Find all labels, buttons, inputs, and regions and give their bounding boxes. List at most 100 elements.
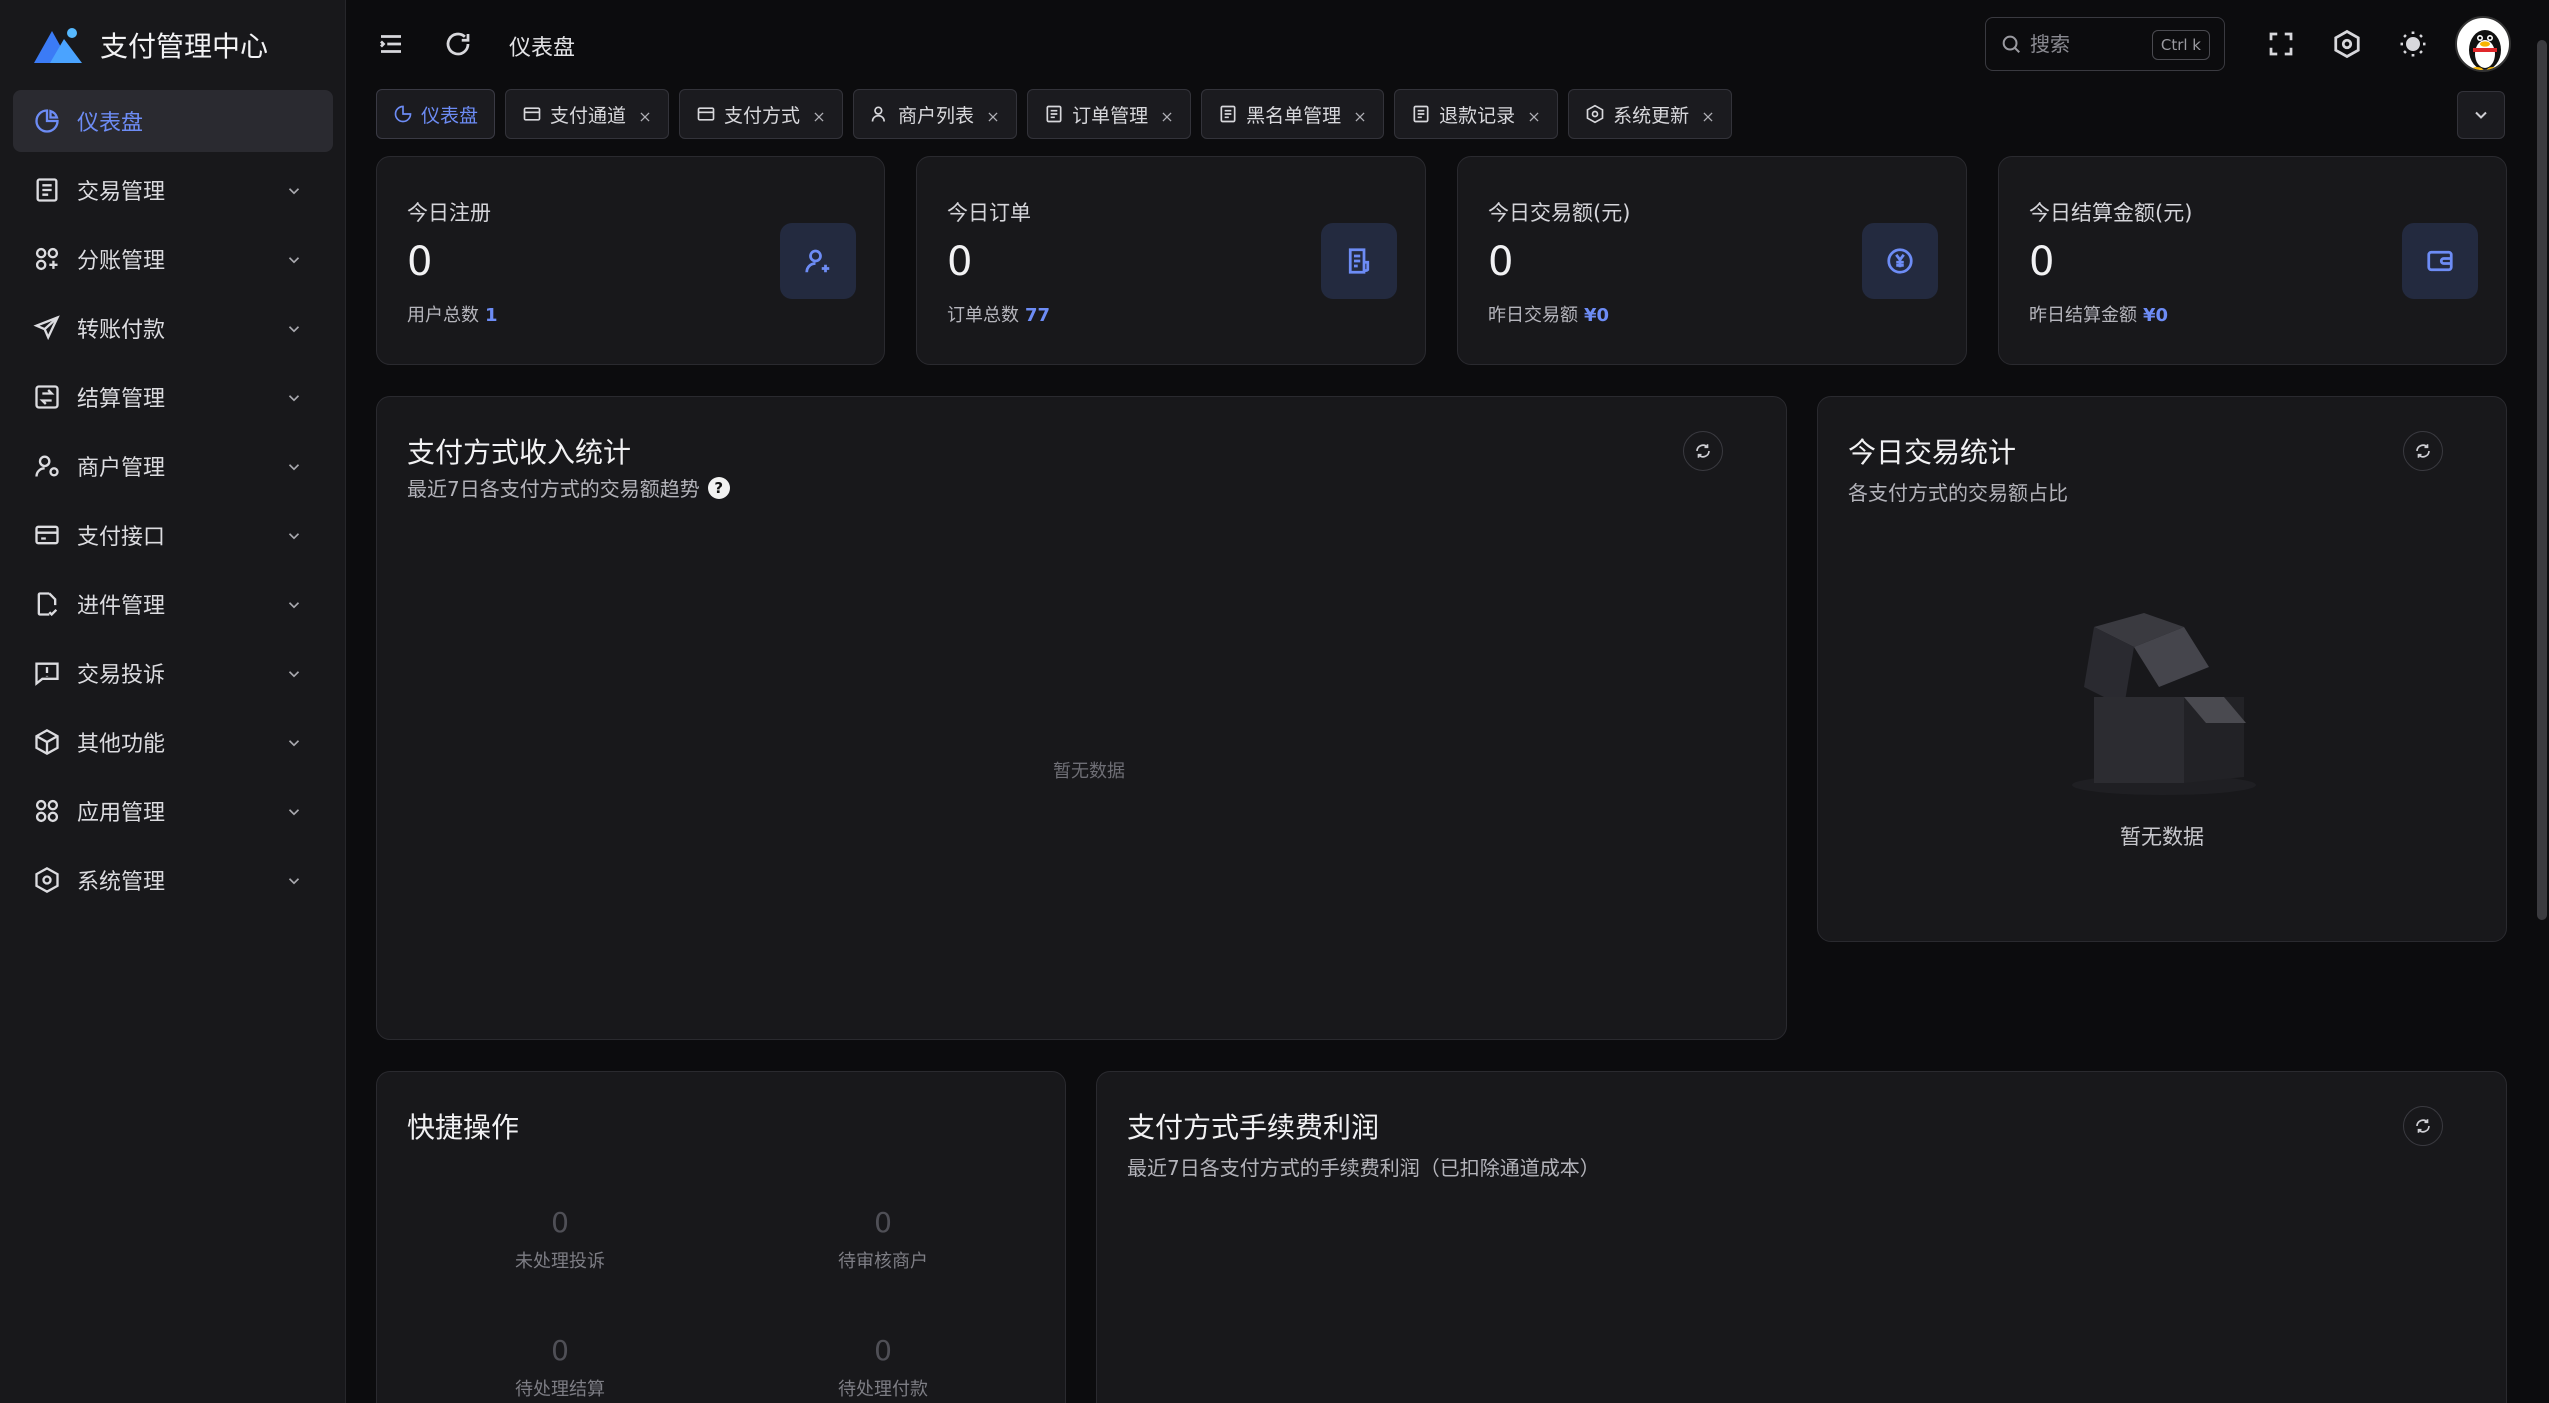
quick-item-label: 未处理投诉: [515, 1251, 605, 1272]
tab-label: 退款记录: [1439, 104, 1516, 127]
panel-title: 支付方式收入统计: [407, 436, 632, 469]
empty-state-text: 暂无数据: [1053, 761, 1125, 782]
stat-sub-value: 77: [1025, 305, 1051, 326]
sidebar-item-settlement[interactable]: 结算管理: [13, 366, 333, 428]
quick-item-merchant-review[interactable]: 0 待审核商户: [783, 1206, 983, 1273]
tab-merchant-list[interactable]: 商户列表: [853, 89, 1018, 139]
sidebar-item-label: 支付接口: [77, 525, 166, 550]
quick-item-settlement[interactable]: 0 待处理结算: [460, 1334, 660, 1401]
sidebar-item-onboarding[interactable]: 进件管理: [13, 573, 333, 635]
sidebar-item-complaints[interactable]: 交易投诉: [13, 642, 333, 704]
chevron-down-icon: [285, 802, 303, 820]
close-icon[interactable]: [1701, 107, 1715, 122]
receipt-icon: [1044, 104, 1064, 124]
stat-title: 今日订单: [947, 201, 1031, 225]
refresh-button[interactable]: [2403, 1106, 2443, 1146]
theme-toggle-button[interactable]: [2393, 24, 2433, 64]
search-shortcut-badge: Ctrl k: [2151, 30, 2210, 60]
yen-coin-icon: [1862, 223, 1938, 299]
app-title: 支付管理中心: [100, 30, 269, 63]
pie-chart-icon: [33, 107, 61, 135]
quick-item-payment[interactable]: 0 待处理付款: [783, 1334, 983, 1401]
chevron-down-icon: [285, 871, 303, 889]
income-stats-panel: 支付方式收入统计 最近7日各支付方式的交易额趋势? 暂无数据: [376, 396, 1787, 1040]
alert-message-icon: [33, 659, 61, 687]
sidebar-item-apps[interactable]: 应用管理: [13, 780, 333, 842]
fee-profit-panel: 支付方式手续费利润 最近7日各支付方式的手续费利润（已扣除通道成本）: [1096, 1071, 2507, 1403]
fullscreen-button[interactable]: [2261, 24, 2301, 64]
menu-fold-icon: [380, 35, 401, 53]
tab-dashboard[interactable]: 仪表盘: [376, 89, 496, 139]
avatar[interactable]: [2455, 16, 2511, 72]
tab-orders[interactable]: 订单管理: [1027, 89, 1192, 139]
search-box[interactable]: Ctrl k: [1985, 17, 2225, 71]
quick-actions-panel: 快捷操作 0 未处理投诉 0 待审核商户 0 待处理结算 0 待处理付款: [376, 1071, 1066, 1403]
sidebar-item-system[interactable]: 系统管理: [13, 849, 333, 911]
receipt-icon: [33, 176, 61, 204]
sidebar-item-label: 商户管理: [77, 456, 166, 481]
tab-label: 仪表盘: [421, 104, 479, 127]
stat-sub-label: 昨日结算金额: [2029, 305, 2137, 326]
close-icon[interactable]: [638, 107, 652, 122]
panel-subtitle: 最近7日各支付方式的手续费利润（已扣除通道成本）: [1127, 1156, 1600, 1180]
refresh-button[interactable]: [2403, 431, 2443, 471]
tab-system-update[interactable]: 系统更新: [1568, 89, 1733, 139]
pie-chart-icon: [393, 104, 413, 124]
sidebar-item-transactions[interactable]: 交易管理: [13, 159, 333, 221]
sidebar-item-label: 结算管理: [77, 387, 166, 412]
split-icon: [33, 245, 61, 273]
sidebar: 支付管理中心 仪表盘 交易管理 分账管理 转账付款 结算管理 商户管理 支付接口…: [0, 0, 346, 1403]
card-icon: [33, 521, 61, 549]
stat-sub-label: 订单总数: [947, 305, 1019, 326]
sidebar-item-merchants[interactable]: 商户管理: [13, 435, 333, 497]
tab-pay-method[interactable]: 支付方式: [679, 89, 844, 139]
panel-title: 快捷操作: [407, 1111, 520, 1144]
tab-blacklist[interactable]: 黑名单管理: [1201, 89, 1385, 139]
stat-sub-value: ¥0: [2143, 305, 2169, 326]
close-icon[interactable]: [1353, 107, 1367, 122]
help-icon[interactable]: ?: [707, 476, 730, 499]
close-icon[interactable]: [986, 107, 1000, 122]
sidebar-item-label: 转账付款: [77, 318, 166, 343]
stat-value: 0: [947, 239, 973, 285]
chevron-down-icon: [285, 250, 303, 268]
refresh-button[interactable]: [1683, 431, 1723, 471]
tab-label: 商户列表: [898, 104, 975, 127]
quick-item-complaints[interactable]: 0 未处理投诉: [460, 1206, 660, 1273]
panel-subtitle-text: 最近7日各支付方式的交易额趋势: [407, 477, 700, 501]
sidebar-item-pay-api[interactable]: 支付接口: [13, 504, 333, 566]
chevron-down-icon: [2475, 111, 2487, 119]
sidebar-item-label: 交易投诉: [77, 663, 166, 688]
fullscreen-icon: [2269, 32, 2293, 56]
settings-button[interactable]: [2327, 24, 2367, 64]
document-check-icon: [33, 590, 61, 618]
tab-label: 订单管理: [1072, 104, 1149, 127]
menu-toggle-button[interactable]: [371, 24, 411, 64]
close-icon[interactable]: [812, 107, 826, 122]
cube-icon: [33, 728, 61, 756]
tab-refunds[interactable]: 退款记录: [1394, 89, 1559, 139]
close-icon[interactable]: [1527, 107, 1541, 122]
sidebar-item-label: 进件管理: [77, 594, 166, 619]
stat-sub-label: 用户总数: [407, 305, 479, 326]
sidebar-item-dashboard[interactable]: 仪表盘: [13, 90, 333, 152]
chevron-down-icon: [285, 319, 303, 337]
tab-pay-channel[interactable]: 支付通道: [505, 89, 670, 139]
search-input[interactable]: [2030, 32, 2150, 56]
quick-item-value: 0: [551, 1334, 569, 1367]
stat-sub-label: 昨日交易额: [1488, 305, 1578, 326]
sidebar-item-other[interactable]: 其他功能: [13, 711, 333, 773]
brand[interactable]: 支付管理中心: [32, 24, 268, 66]
quick-item-label: 待处理付款: [838, 1379, 928, 1400]
sidebar-item-label: 其他功能: [77, 732, 166, 757]
close-icon[interactable]: [1160, 107, 1174, 122]
sidebar-item-split[interactable]: 分账管理: [13, 228, 333, 290]
refresh-button[interactable]: [438, 24, 478, 64]
tabs-bar: 仪表盘 支付通道 支付方式 商户列表 订单管理 黑名单管理 退款记录 系统更新: [376, 89, 1742, 139]
stat-title: 今日结算金额(元): [2029, 201, 2193, 225]
page-scrollbar[interactable]: [2537, 40, 2547, 920]
logo-icon: [34, 28, 82, 63]
chevron-down-icon: [285, 388, 303, 406]
tabs-more-button[interactable]: [2457, 91, 2505, 139]
sidebar-item-transfer[interactable]: 转账付款: [13, 297, 333, 359]
